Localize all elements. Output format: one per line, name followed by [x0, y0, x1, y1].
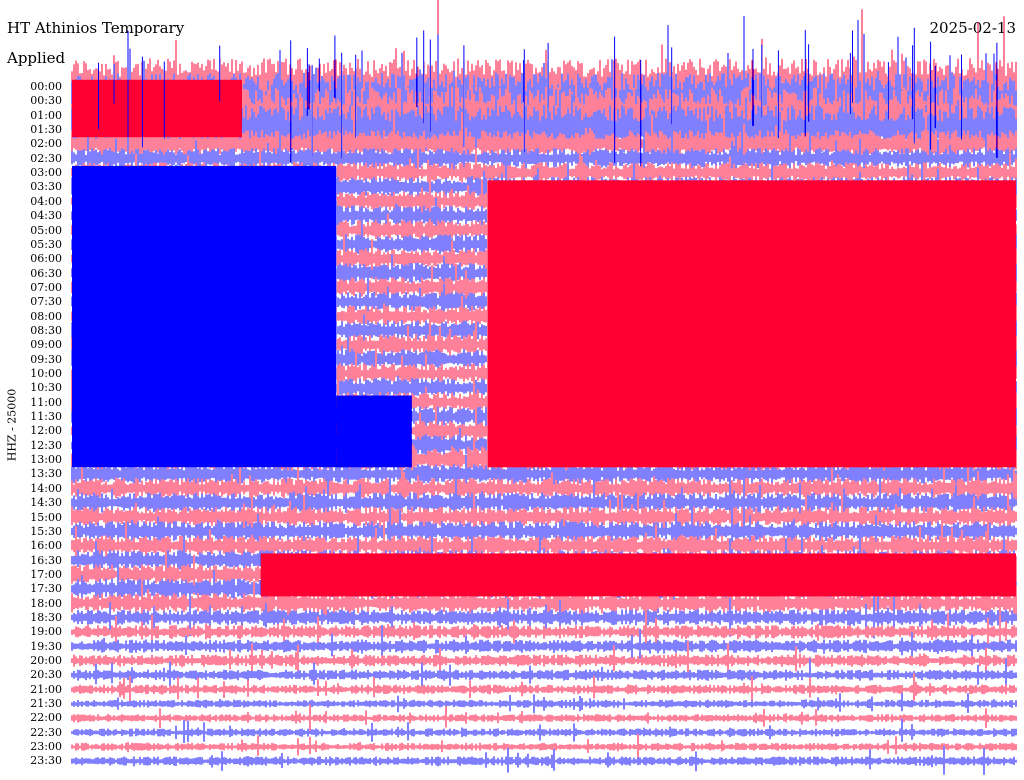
saturated-block-2 [487, 180, 1016, 468]
saturated-block-4 [260, 553, 1016, 597]
trace-row-2300 [71, 734, 1017, 759]
saturated-block-0 [72, 79, 242, 138]
trace-row-2230 [71, 718, 1017, 743]
saturated-block-1 [72, 165, 337, 468]
trace-row-2330 [71, 745, 1017, 775]
helicorder-plot [71, 0, 1017, 775]
saturated-block-3 [336, 395, 412, 468]
trace-row-2130 [71, 693, 1017, 714]
